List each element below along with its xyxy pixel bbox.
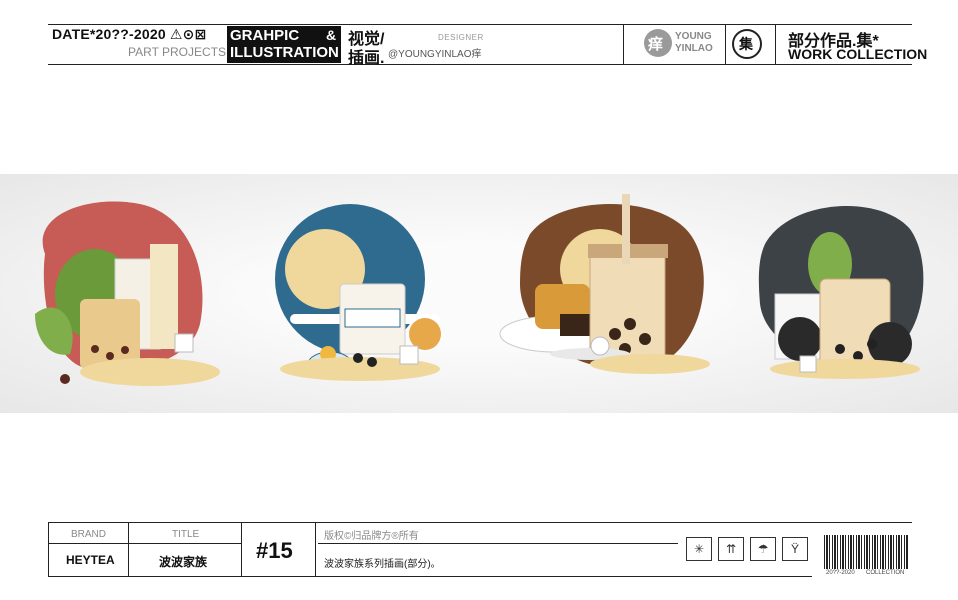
barcode-icon xyxy=(824,535,908,569)
milk-tea-brown-illustration xyxy=(499,194,710,374)
date-label: DATE*20??-2020 ⚠⊙⊠ xyxy=(52,26,207,42)
work-collection-en: WORK COLLECTION xyxy=(788,46,928,62)
designer-label: DESIGNER xyxy=(438,33,484,42)
part-projects-label: PART PROJECTS xyxy=(128,45,227,59)
footer-divider xyxy=(241,522,242,576)
barcode-left-text: 20??-2020 xyxy=(826,570,855,576)
footer-mid-rule xyxy=(48,543,241,544)
designer-handle: @YOUNGYINLAO痒 xyxy=(388,49,482,60)
cn-title-line2: 插画. xyxy=(348,50,385,67)
footer-top-rule xyxy=(48,522,912,523)
this-side-up-icon: ⇈ xyxy=(718,537,744,561)
header-divider xyxy=(725,24,726,64)
illustration-title: ILLUSTRATION xyxy=(230,44,339,61)
brand-value: HEYTEA xyxy=(66,553,115,567)
description-text: 波波家族系列插画(部分)。 xyxy=(324,559,441,570)
date-symbols-icon: ⚠⊙⊠ xyxy=(169,26,207,42)
header-divider xyxy=(623,24,624,64)
milk-tea-red-illustration xyxy=(35,201,220,386)
copyright-text: 版权©归品牌方®所有 xyxy=(324,531,419,542)
collection-char: 集 xyxy=(739,36,753,52)
ampersand: & xyxy=(326,27,337,43)
footer-text-rule xyxy=(318,543,678,544)
header-top-rule xyxy=(48,24,912,25)
milk-tea-blue-illustration xyxy=(275,204,441,381)
header-bottom-rule xyxy=(48,64,912,65)
brand-label: BRAND xyxy=(71,529,107,540)
title-label: TITLE xyxy=(172,529,200,540)
fragile-glass-icon: ✳ xyxy=(686,537,712,561)
logo-text: YOUNG YINLAO xyxy=(675,31,713,54)
project-number: #15 xyxy=(256,538,293,563)
milk-tea-grey-illustration xyxy=(758,206,924,379)
footer-bottom-rule xyxy=(48,576,812,577)
header-divider xyxy=(775,24,776,64)
title-value: 波波家族 xyxy=(159,555,208,569)
keep-dry-umbrella-icon: ☂ xyxy=(750,537,776,561)
barcode-right-text: COLLECTION xyxy=(866,570,905,576)
fragile-icon: Ÿ xyxy=(782,537,808,561)
graphic-title: GRAHPIC xyxy=(230,27,300,44)
illustrations-canvas xyxy=(35,194,924,386)
footer-divider xyxy=(48,522,49,576)
footer-divider xyxy=(315,522,316,576)
logo-char: 痒 xyxy=(648,36,664,53)
footer-divider xyxy=(128,522,129,576)
